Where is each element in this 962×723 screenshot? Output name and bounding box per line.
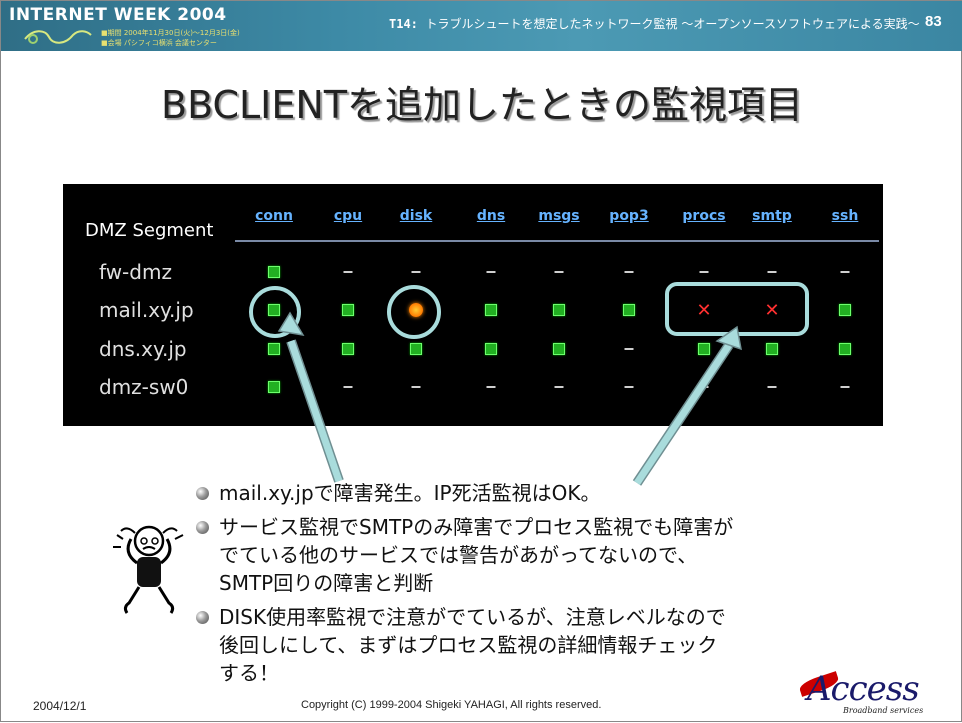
bullet-icon bbox=[196, 611, 209, 624]
access-logo-sub: Broadband services bbox=[843, 706, 924, 715]
access-logo: Access bbox=[807, 669, 920, 709]
slide: INTERNET WEEK 2004 ■期間 2004年11月30日(火)～12… bbox=[0, 0, 962, 722]
bullet-item: DISK使用率監視で注意がでているが、注意レベルなので後回しにして、まずはプロセ… bbox=[196, 603, 729, 687]
bullet-icon bbox=[196, 521, 209, 534]
worried-person-icon bbox=[113, 525, 184, 614]
arrow-to-procs-smtp bbox=[632, 325, 742, 486]
footer-date: 2004/12/1 bbox=[33, 699, 87, 713]
bullet-item: mail.xy.jpで障害発生。IP死活監視はOK。 bbox=[196, 479, 719, 507]
bullet-icon bbox=[196, 487, 209, 500]
footer-copyright: Copyright (C) 1999-2004 Shigeki YAHAGI, … bbox=[301, 699, 602, 711]
bullet-item: サービス監視でSMTPのみ障害でプロセス監視でも障害がでている他のサービスでは警… bbox=[196, 513, 739, 597]
arrow-to-conn bbox=[277, 311, 344, 483]
